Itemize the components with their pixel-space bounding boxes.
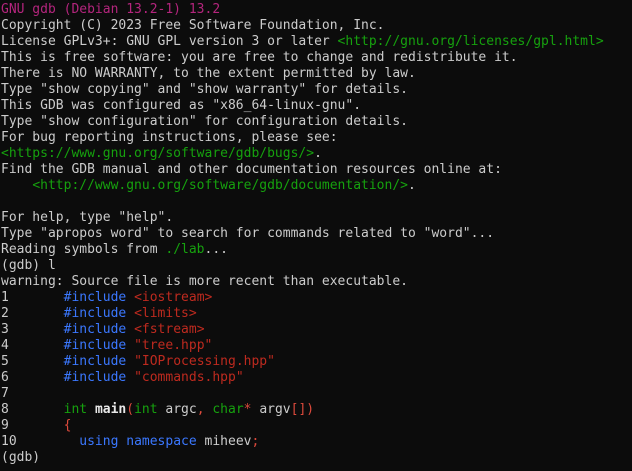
- text-segment: Type "show copying" and "show warranty" …: [1, 82, 408, 97]
- text-segment: ;: [252, 434, 260, 449]
- text-segment: [1, 178, 32, 193]
- terminal-line: <https://www.gnu.org/software/gdb/bugs/>…: [1, 146, 632, 162]
- gdb-bugs-link[interactable]: <https://www.gnu.org/software/gdb/bugs/>: [1, 146, 314, 161]
- text-segment: [126, 354, 134, 369]
- text-segment: argc: [158, 402, 197, 417]
- terminal-line: Find the GDB manual and other documentat…: [1, 162, 632, 178]
- text-segment: This GDB was configured as "x86_64-linux…: [1, 98, 361, 113]
- text-segment: #include: [64, 370, 127, 385]
- text-segment: License GPLv3+: GNU GPL version 3 or lat…: [1, 34, 338, 49]
- text-segment: 2: [1, 306, 64, 321]
- gpl-license-link[interactable]: <http://gnu.org/licenses/gpl.html>: [338, 34, 604, 49]
- text-segment: [126, 370, 134, 385]
- text-segment: There is NO WARRANTY, to the extent perm…: [1, 66, 416, 81]
- text-segment: [126, 290, 134, 305]
- terminal-line: <http://www.gnu.org/software/gdb/documen…: [1, 178, 632, 194]
- text-segment: .: [314, 146, 322, 161]
- text-segment: {: [64, 418, 72, 433]
- terminal-line: 8 int main(int argc, char* argv[]): [1, 402, 632, 418]
- terminal-line: This GDB was configured as "x86_64-linux…: [1, 98, 632, 114]
- text-segment: 5: [1, 354, 64, 369]
- terminal-line: 9 {: [1, 418, 632, 434]
- text-segment: <fstream>: [134, 322, 204, 337]
- text-segment: #include: [64, 290, 127, 305]
- text-segment: 3: [1, 322, 64, 337]
- text-segment: 7: [1, 386, 9, 401]
- terminal-line: 6 #include "commands.hpp": [1, 370, 632, 386]
- terminal-window[interactable]: GNU gdb (Debian 13.2-1) 13.2Copyright (C…: [0, 0, 632, 471]
- text-segment: <iostream>: [134, 290, 212, 305]
- text-segment: <limits>: [134, 306, 197, 321]
- terminal-line: (gdb) l: [1, 258, 632, 274]
- text-segment: using: [79, 434, 118, 449]
- terminal-line: 1 #include <iostream>: [1, 290, 632, 306]
- terminal-line: GNU gdb (Debian 13.2-1) 13.2: [1, 2, 632, 18]
- terminal-line: For help, type "help".: [1, 210, 632, 226]
- text-segment: This is free software: you are free to c…: [1, 50, 518, 65]
- text-segment: argv: [252, 402, 291, 417]
- text-segment: (gdb) l: [1, 258, 56, 273]
- terminal-line: 10 using namespace miheev;: [1, 434, 632, 450]
- text-segment: (: [126, 402, 134, 417]
- text-segment: "IOProcessing.hpp": [134, 354, 275, 369]
- text-segment: int: [134, 402, 157, 417]
- text-segment: 9: [1, 418, 64, 433]
- terminal-output: GNU gdb (Debian 13.2-1) 13.2Copyright (C…: [1, 2, 632, 466]
- text-segment: ,: [197, 402, 205, 417]
- text-segment: 4: [1, 338, 64, 353]
- text-segment: GNU gdb (Debian 13.2-1) 13.2: [1, 2, 220, 17]
- text-segment: 8: [1, 402, 64, 417]
- text-segment: main: [95, 402, 126, 417]
- text-segment: miheev: [197, 434, 252, 449]
- terminal-line: Type "show configuration" for configurat…: [1, 114, 632, 130]
- text-segment: warning: Source file is more recent than…: [1, 274, 408, 289]
- text-segment: #include: [64, 354, 127, 369]
- text-segment: *: [244, 402, 252, 417]
- text-segment: Type "show configuration" for configurat…: [1, 114, 408, 129]
- text-segment: #include: [64, 338, 127, 353]
- text-segment: For help, type "help".: [1, 210, 173, 225]
- text-segment: char: [212, 402, 243, 417]
- terminal-line: 3 #include <fstream>: [1, 322, 632, 338]
- gdb-documentation-link[interactable]: <http://www.gnu.org/software/gdb/documen…: [32, 178, 408, 193]
- text-segment: #include: [64, 306, 127, 321]
- terminal-line: For bug reporting instructions, please s…: [1, 130, 632, 146]
- terminal-line: There is NO WARRANTY, to the extent perm…: [1, 66, 632, 82]
- text-segment: .: [408, 178, 416, 193]
- text-segment: []): [291, 402, 314, 417]
- terminal-line: Copyright (C) 2023 Free Software Foundat…: [1, 18, 632, 34]
- text-segment: "commands.hpp": [134, 370, 244, 385]
- terminal-line: warning: Source file is more recent than…: [1, 274, 632, 290]
- text-segment: [126, 338, 134, 353]
- text-segment: int: [64, 402, 87, 417]
- text-segment: ./lab: [165, 242, 204, 257]
- text-segment: namespace: [126, 434, 196, 449]
- terminal-line: License GPLv3+: GNU GPL version 3 or lat…: [1, 34, 632, 50]
- terminal-line: 5 #include "IOProcessing.hpp": [1, 354, 632, 370]
- text-segment: Copyright (C) 2023 Free Software Foundat…: [1, 18, 385, 33]
- terminal-line: Type "apropos word" to search for comman…: [1, 226, 632, 242]
- text-segment: [126, 306, 134, 321]
- terminal-line: Reading symbols from ./lab...: [1, 242, 632, 258]
- text-segment: Reading symbols from: [1, 242, 165, 257]
- terminal-line: [1, 194, 632, 210]
- text-segment: Type "apropos word" to search for comman…: [1, 226, 494, 241]
- text-segment: For bug reporting instructions, please s…: [1, 130, 338, 145]
- text-segment: 10: [1, 434, 79, 449]
- terminal-line: This is free software: you are free to c…: [1, 50, 632, 66]
- text-segment: [126, 322, 134, 337]
- terminal-line: 7: [1, 386, 632, 402]
- terminal-line: 2 #include <limits>: [1, 306, 632, 322]
- text-segment: "tree.hpp": [134, 338, 212, 353]
- text-segment: (gdb): [1, 450, 40, 465]
- text-segment: [87, 402, 95, 417]
- text-segment: Find the GDB manual and other documentat…: [1, 162, 502, 177]
- text-segment: #include: [64, 322, 127, 337]
- text-segment: 1: [1, 290, 64, 305]
- terminal-line: Type "show copying" and "show warranty" …: [1, 82, 632, 98]
- text-segment: ...: [205, 242, 228, 257]
- terminal-line: 4 #include "tree.hpp": [1, 338, 632, 354]
- text-segment: 6: [1, 370, 64, 385]
- terminal-line: (gdb): [1, 450, 632, 466]
